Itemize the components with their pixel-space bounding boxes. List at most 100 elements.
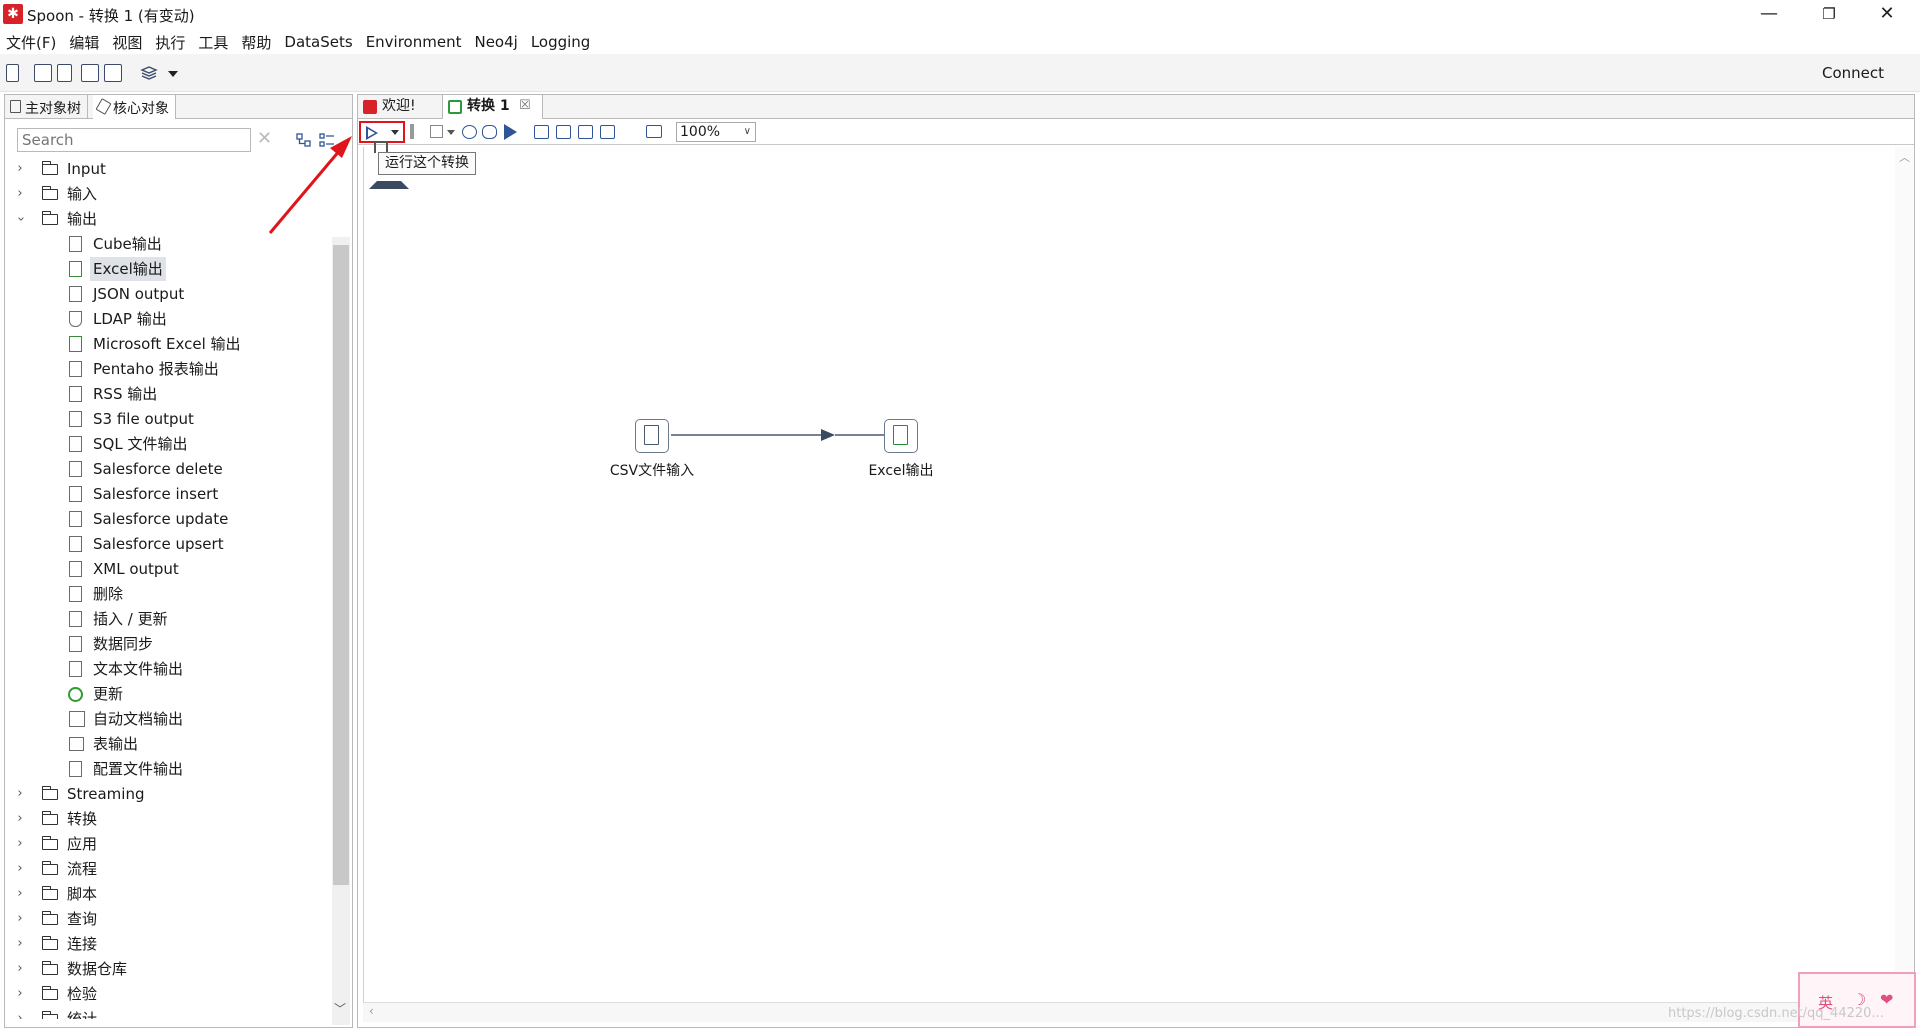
explore-repository-icon[interactable] — [57, 64, 72, 82]
chevron-right-icon[interactable]: › — [13, 157, 27, 181]
tree-folder-statistics[interactable]: › 统计 — [5, 1007, 332, 1019]
hop-connector[interactable] — [364, 147, 1896, 1002]
stop-icon[interactable] — [430, 125, 443, 138]
tree-step-excel-output[interactable]: Excel输出 — [5, 257, 332, 281]
stop-dropdown-icon[interactable] — [447, 130, 455, 135]
impact-analysis-icon[interactable] — [556, 125, 571, 139]
chevron-right-icon[interactable]: › — [13, 882, 27, 906]
pause-icon[interactable] — [410, 124, 414, 139]
layers-icon[interactable] — [140, 64, 158, 82]
replay-icon[interactable] — [504, 124, 517, 140]
tree-step-s3-output[interactable]: S3 file output — [5, 407, 332, 431]
tree-step-pentaho-report-output[interactable]: Pentaho 报表输出 — [5, 357, 332, 381]
explore-db-icon[interactable] — [600, 125, 615, 139]
tree-step-ms-excel-output[interactable]: Microsoft Excel 输出 — [5, 332, 332, 356]
tree-step-ldap-output[interactable]: LDAP 输出 — [5, 307, 332, 331]
close-button[interactable]: ✕ — [1858, 0, 1916, 30]
scroll-down-icon[interactable]: ﹀ — [334, 1000, 346, 1017]
run-button[interactable] — [359, 121, 405, 143]
close-tab-icon[interactable]: ☒ — [519, 95, 531, 117]
tree-folder-streaming[interactable]: › Streaming — [5, 782, 332, 806]
tree-step-salesforce-delete[interactable]: Salesforce delete — [5, 457, 332, 481]
tree-step-text-file-output[interactable]: 文本文件输出 — [5, 657, 332, 681]
chevron-right-icon[interactable]: › — [13, 807, 27, 831]
debug-bug-icon[interactable] — [482, 125, 497, 139]
tree-step-salesforce-insert[interactable]: Salesforce insert — [5, 482, 332, 506]
chevron-down-icon[interactable] — [391, 130, 399, 135]
collapse-all-icon[interactable] — [296, 132, 312, 148]
restore-button[interactable]: ❐ — [1800, 0, 1858, 30]
tab-welcome[interactable]: 欢迎! — [358, 95, 443, 119]
chevron-right-icon[interactable]: › — [13, 832, 27, 856]
verify-icon[interactable] — [534, 125, 549, 139]
menu-edit[interactable]: 编辑 — [69, 32, 99, 53]
save-icon[interactable] — [81, 64, 99, 82]
chevron-right-icon[interactable]: › — [13, 957, 27, 981]
menu-datasets[interactable]: DataSets — [284, 33, 352, 51]
perspective-dropdown-icon[interactable] — [168, 71, 178, 77]
step-node-excel-output[interactable] — [884, 419, 918, 453]
zoom-select[interactable]: 100% ∨ — [676, 122, 756, 142]
transformation-canvas[interactable]: 运行这个转换 CSV文件输入 Excel输出 — [363, 141, 1896, 1002]
tree-folder-lookup[interactable]: › 查询 — [5, 907, 332, 931]
tab-core-objects[interactable]: 核心对象 — [93, 95, 176, 119]
menu-logging[interactable]: Logging — [531, 33, 591, 51]
chevron-right-icon[interactable]: › — [13, 932, 27, 956]
tree-step-sql-file-output[interactable]: SQL 文件输出 — [5, 432, 332, 456]
tree-folder-output[interactable]: › 输出 — [5, 207, 332, 231]
tree-step-insert-update[interactable]: 插入 / 更新 — [5, 607, 332, 631]
tree-step-properties-output[interactable]: 配置文件输出 — [5, 757, 332, 781]
chevron-right-icon[interactable]: › — [13, 182, 27, 206]
menu-help[interactable]: 帮助 — [241, 32, 271, 53]
tree-step-salesforce-update[interactable]: Salesforce update — [5, 507, 332, 531]
clear-search-icon[interactable]: ✕ — [257, 128, 272, 149]
tree-step-xml-output[interactable]: XML output — [5, 557, 332, 581]
tree-folder-input-cn[interactable]: › 输入 — [5, 182, 332, 206]
save-as-icon[interactable] — [104, 64, 122, 82]
tree-step-json-output[interactable]: JSON output — [5, 282, 332, 306]
chevron-right-icon[interactable]: › — [13, 857, 27, 881]
tree-step-delete[interactable]: 删除 — [5, 582, 332, 606]
chevron-right-icon[interactable]: › — [13, 907, 27, 931]
menu-file[interactable]: 文件(F) — [6, 32, 56, 53]
preview-eye-icon[interactable] — [462, 125, 477, 139]
tree-scrollbar-thumb[interactable] — [333, 245, 349, 885]
scroll-up-icon[interactable]: ︿ — [1899, 149, 1910, 165]
sql-icon[interactable] — [578, 125, 593, 139]
minimize-button[interactable]: — — [1740, 0, 1798, 30]
tree-folder-input[interactable]: › Input — [5, 157, 332, 181]
canvas-horizontal-scrollbar[interactable]: ‹ — [363, 1002, 1895, 1022]
tree-step-sync[interactable]: 数据同步 — [5, 632, 332, 656]
tree-step-rss-output[interactable]: RSS 输出 — [5, 382, 332, 406]
menu-neo4j[interactable]: Neo4j — [474, 33, 517, 51]
tree-step-auto-doc-output[interactable]: 自动文档输出 — [5, 707, 332, 731]
menu-environment[interactable]: Environment — [366, 33, 462, 51]
new-file-icon[interactable] — [6, 64, 19, 82]
chevron-right-icon[interactable]: › — [13, 982, 27, 1006]
tree-step-cube-output[interactable]: Cube输出 — [5, 232, 332, 256]
tree-step-salesforce-upsert[interactable]: Salesforce upsert — [5, 532, 332, 556]
connect-button[interactable]: Connect — [1822, 64, 1884, 82]
menu-view[interactable]: 视图 — [112, 32, 142, 53]
expand-all-icon[interactable] — [319, 132, 335, 148]
tree-folder-data-warehouse[interactable]: › 数据仓库 — [5, 957, 332, 981]
canvas-vertical-scrollbar[interactable]: ︿ — [1895, 147, 1913, 1002]
tab-main-tree[interactable]: 主对象树 — [5, 95, 88, 119]
tree-folder-joins[interactable]: › 连接 — [5, 932, 332, 956]
tree-folder-scripting[interactable]: › 脚本 — [5, 882, 332, 906]
show-results-icon[interactable] — [646, 125, 662, 138]
tree-step-update[interactable]: 更新 — [5, 682, 332, 706]
tree-folder-transform[interactable]: › 转换 — [5, 807, 332, 831]
open-file-icon[interactable] — [34, 64, 52, 82]
step-node-csv-input[interactable] — [635, 419, 669, 453]
tree-folder-flow[interactable]: › 流程 — [5, 857, 332, 881]
menu-run[interactable]: 执行 — [155, 32, 185, 53]
chevron-right-icon[interactable]: › — [13, 1007, 27, 1019]
chevron-down-icon[interactable]: › — [8, 212, 32, 226]
tab-transformation-1[interactable]: 转换 1 ☒ — [443, 95, 543, 120]
tree-folder-utility[interactable]: › 应用 — [5, 832, 332, 856]
search-input[interactable] — [17, 128, 251, 152]
tree-step-table-output[interactable]: 表输出 — [5, 732, 332, 756]
menu-tools[interactable]: 工具 — [198, 32, 228, 53]
tree-folder-validation[interactable]: › 检验 — [5, 982, 332, 1006]
